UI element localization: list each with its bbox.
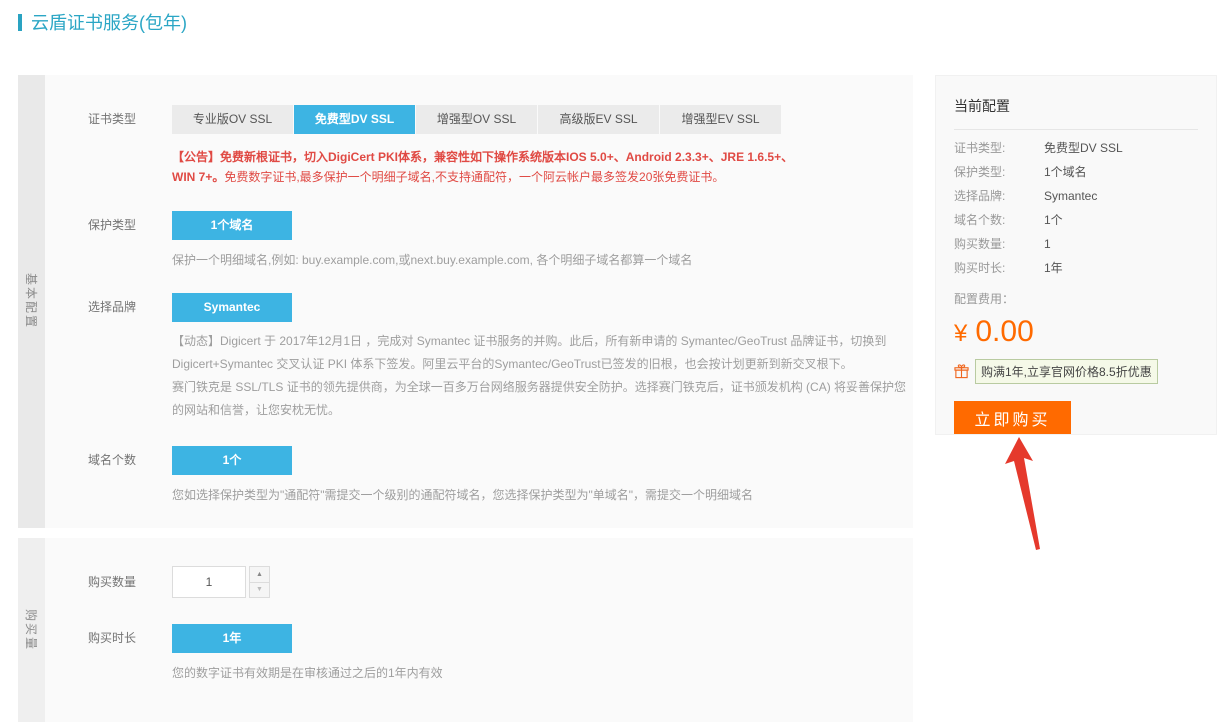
brand-label: 选择品牌 bbox=[45, 293, 172, 322]
title-accent-bar bbox=[18, 14, 22, 31]
fee-label: 配置费用： bbox=[954, 290, 1198, 307]
duration-desc: 您的数字证书有效期是在审核通过之后的1年内有效 bbox=[172, 665, 913, 682]
promo-row: 购满1年,立享官网价格8.5折优惠 bbox=[954, 359, 1198, 384]
cert-type-row: 证书类型 专业版OV SSL 免费型DV SSL 增强型OV SSL 高级版EV… bbox=[45, 105, 913, 134]
buy-now-button[interactable]: 立即购买 bbox=[954, 401, 1071, 434]
tab-enhanced-ov-ssl[interactable]: 增强型OV SSL bbox=[416, 105, 537, 134]
tab-free-dv-ssl[interactable]: 免费型DV SSL bbox=[294, 105, 415, 134]
summary-row-duration: 购买时长: 1年 bbox=[954, 262, 1198, 274]
duration-option[interactable]: 1年 bbox=[172, 624, 292, 653]
promo-badge: 购满1年,立享官网价格8.5折优惠 bbox=[975, 359, 1158, 384]
current-config-title: 当前配置 bbox=[954, 88, 1198, 130]
summary-label: 证书类型: bbox=[954, 142, 1044, 154]
stepper-down-icon[interactable]: ▼ bbox=[249, 583, 270, 599]
summary-row-cert-type: 证书类型: 免费型DV SSL bbox=[954, 142, 1198, 154]
tab-advanced-ev-ssl[interactable]: 高级版EV SSL bbox=[538, 105, 659, 134]
section-purchase: 购买量 购买数量 ▲ ▼ 购买时长 1年 您的数字证书有效期是在审核通过之后的1… bbox=[18, 538, 913, 722]
currency-symbol: ¥ bbox=[954, 320, 967, 347]
summary-value: 1年 bbox=[1044, 262, 1063, 274]
tab-professional-ov-ssl[interactable]: 专业版OV SSL bbox=[172, 105, 293, 134]
domain-count-desc: 您如选择保护类型为"通配符"需提交一个级别的通配符域名，您选择保护类型为"单域名… bbox=[172, 487, 913, 504]
brand-row: 选择品牌 Symantec bbox=[45, 293, 913, 322]
current-config-panel: 当前配置 证书类型: 免费型DV SSL 保护类型: 1个域名 选择品牌: Sy… bbox=[935, 75, 1217, 435]
tab-enhanced-ev-ssl[interactable]: 增强型EV SSL bbox=[660, 105, 781, 134]
gift-icon bbox=[954, 364, 969, 379]
free-cert-notice-rest: 免费数字证书,最多保护一个明细子域名,不支持通配符，一个阿云帐户最多签发20张免… bbox=[224, 170, 724, 184]
quantity-stepper-buttons: ▲ ▼ bbox=[249, 566, 270, 598]
domain-count-option[interactable]: 1个 bbox=[172, 446, 292, 475]
quantity-label: 购买数量 bbox=[45, 566, 172, 598]
price-value: 0.00 bbox=[975, 315, 1033, 348]
section-purchase-body: 购买数量 ▲ ▼ 购买时长 1年 您的数字证书有效期是在审核通过之后的1年内有效 bbox=[45, 538, 913, 722]
summary-label: 域名个数: bbox=[954, 214, 1044, 226]
summary-value: 1个 bbox=[1044, 214, 1063, 226]
quantity-stepper: ▲ ▼ bbox=[172, 566, 270, 598]
summary-row-domain-count: 域名个数: 1个 bbox=[954, 214, 1198, 226]
brand-desc: 【动态】Digicert 于 2017年12月1日 ，完成对 Symantec … bbox=[172, 330, 912, 422]
cert-type-label: 证书类型 bbox=[45, 105, 172, 134]
summary-row-protect-type: 保护类型: 1个域名 bbox=[954, 166, 1198, 178]
summary-label: 选择品牌: bbox=[954, 190, 1044, 202]
cert-type-tabs: 专业版OV SSL 免费型DV SSL 增强型OV SSL 高级版EV SSL … bbox=[172, 105, 781, 134]
section-purchase-side-text: 购买量 bbox=[23, 609, 40, 651]
summary-value: 1个域名 bbox=[1044, 166, 1087, 178]
price: ¥0.00 bbox=[954, 315, 1198, 349]
brand-desc-line1: 【动态】Digicert 于 2017年12月1日 ，完成对 Symantec … bbox=[172, 330, 912, 376]
quantity-row: 购买数量 ▲ ▼ bbox=[45, 566, 913, 598]
protect-type-option[interactable]: 1个域名 bbox=[172, 211, 292, 240]
page-title: 云盾证书服务(包年) bbox=[18, 9, 187, 35]
section-basic-side-text: 基本配置 bbox=[23, 273, 40, 329]
summary-value: 1 bbox=[1044, 238, 1051, 250]
quantity-input[interactable] bbox=[172, 566, 246, 598]
summary-value: 免费型DV SSL bbox=[1044, 142, 1123, 154]
purchase-form: 基本配置 证书类型 专业版OV SSL 免费型DV SSL 增强型OV SSL … bbox=[18, 75, 913, 722]
protect-type-desc: 保护一个明细域名,例如: buy.example.com,或next.buy.e… bbox=[172, 252, 913, 269]
page-title-text: 云盾证书服务(包年) bbox=[31, 9, 187, 35]
section-basic-config: 基本配置 证书类型 专业版OV SSL 免费型DV SSL 增强型OV SSL … bbox=[18, 75, 913, 528]
domain-count-label: 域名个数 bbox=[45, 446, 172, 475]
stepper-up-icon[interactable]: ▲ bbox=[249, 566, 270, 583]
duration-label: 购买时长 bbox=[45, 624, 172, 653]
protect-type-label: 保护类型 bbox=[45, 211, 172, 240]
section-purchase-side-label: 购买量 bbox=[18, 538, 45, 722]
brand-option-symantec[interactable]: Symantec bbox=[172, 293, 292, 322]
summary-row-brand: 选择品牌: Symantec bbox=[954, 190, 1198, 202]
summary-value: Symantec bbox=[1044, 190, 1097, 202]
domain-count-row: 域名个数 1个 bbox=[45, 446, 913, 475]
summary-label: 保护类型: bbox=[954, 166, 1044, 178]
duration-row: 购买时长 1年 bbox=[45, 624, 913, 653]
summary-row-quantity: 购买数量: 1 bbox=[954, 238, 1198, 250]
free-cert-notice: 【公告】免费新根证书，切入DigiCert PKI体系，兼容性如下操作系统版本I… bbox=[172, 147, 800, 187]
section-basic-body: 证书类型 专业版OV SSL 免费型DV SSL 增强型OV SSL 高级版EV… bbox=[45, 75, 913, 528]
summary-label: 购买数量: bbox=[954, 238, 1044, 250]
section-basic-side-label: 基本配置 bbox=[18, 75, 45, 528]
summary-label: 购买时长: bbox=[954, 262, 1044, 274]
protect-type-row: 保护类型 1个域名 bbox=[45, 211, 913, 240]
brand-desc-line2: 赛门铁克是 SSL/TLS 证书的领先提供商，为全球一百多万台网络服务器提供安全… bbox=[172, 376, 912, 422]
